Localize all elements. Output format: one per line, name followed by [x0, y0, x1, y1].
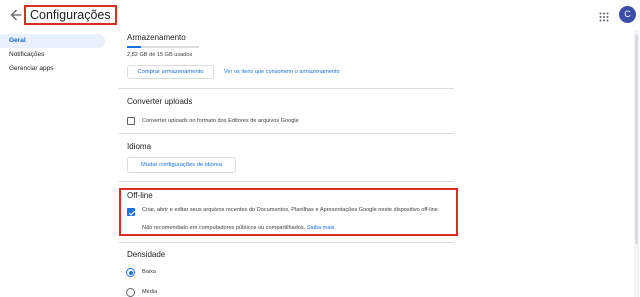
page-scrollbar[interactable] [634, 30, 639, 297]
buy-storage-button[interactable]: Comprar armazenamento [127, 65, 214, 79]
offline-checkbox[interactable] [127, 208, 136, 216]
storage-section: Armazenamento 2,82 GB de 15 GB usados Co… [119, 33, 454, 88]
density-option-label: Baixa [142, 269, 156, 275]
density-section: Densidade Baixa Média [119, 250, 454, 297]
page-title: Configurações [24, 5, 117, 25]
convert-uploads-title: Converter uploads [127, 97, 193, 106]
offline-checkbox-label: Criar, abrir e editar seus arquivos rece… [142, 207, 438, 213]
density-title: Densidade [127, 250, 166, 259]
language-title: Idioma [127, 142, 152, 151]
section-divider [119, 242, 454, 243]
storage-usage-fill [127, 46, 141, 48]
storage-usage-bar [127, 46, 199, 48]
sidebar-item-gerenciar-apps[interactable]: Gerenciar apps [0, 62, 105, 76]
sidebar-item-notificacoes[interactable]: Notificações [0, 48, 105, 62]
language-section: Idioma Mudar configurações de idioma [119, 142, 454, 178]
storage-usage-text: 2,82 GB de 15 GB usados [127, 52, 193, 58]
density-radio-baixa[interactable] [126, 268, 135, 277]
convert-uploads-section: Converter uploads Converter uploads no f… [119, 97, 454, 132]
change-language-button[interactable]: Mudar configurações de idioma [127, 157, 236, 173]
offline-section: Off-line Criar, abrir e editar seus arqu… [119, 191, 454, 235]
section-divider [119, 133, 454, 134]
offline-note: Não recomendado em computadores públicos… [142, 224, 334, 232]
apps-grid-icon[interactable] [599, 9, 609, 22]
sidebar-item-geral[interactable]: Geral [0, 34, 105, 48]
sidebar: Geral Notificações Gerenciar apps [0, 34, 105, 76]
view-storage-items-link[interactable]: Ver os itens que consomem o armazenament… [224, 68, 340, 76]
top-bar: Configurações C [0, 0, 640, 30]
density-option-label: Média [142, 289, 158, 295]
back-arrow-icon[interactable] [8, 7, 24, 23]
convert-uploads-label: Converter uploads no formato dos Editore… [142, 118, 299, 124]
scrollbar-thumb[interactable] [635, 34, 638, 244]
avatar[interactable]: C [619, 6, 636, 23]
section-divider [119, 88, 454, 89]
offline-note-text: Não recomendado em computadores públicos… [142, 225, 306, 231]
learn-more-link[interactable]: Saiba mais [307, 225, 335, 231]
offline-title: Off-line [127, 191, 153, 200]
density-radio-media[interactable] [126, 288, 135, 297]
storage-title: Armazenamento [127, 33, 186, 42]
section-divider [119, 181, 454, 182]
convert-uploads-checkbox[interactable] [127, 117, 135, 125]
